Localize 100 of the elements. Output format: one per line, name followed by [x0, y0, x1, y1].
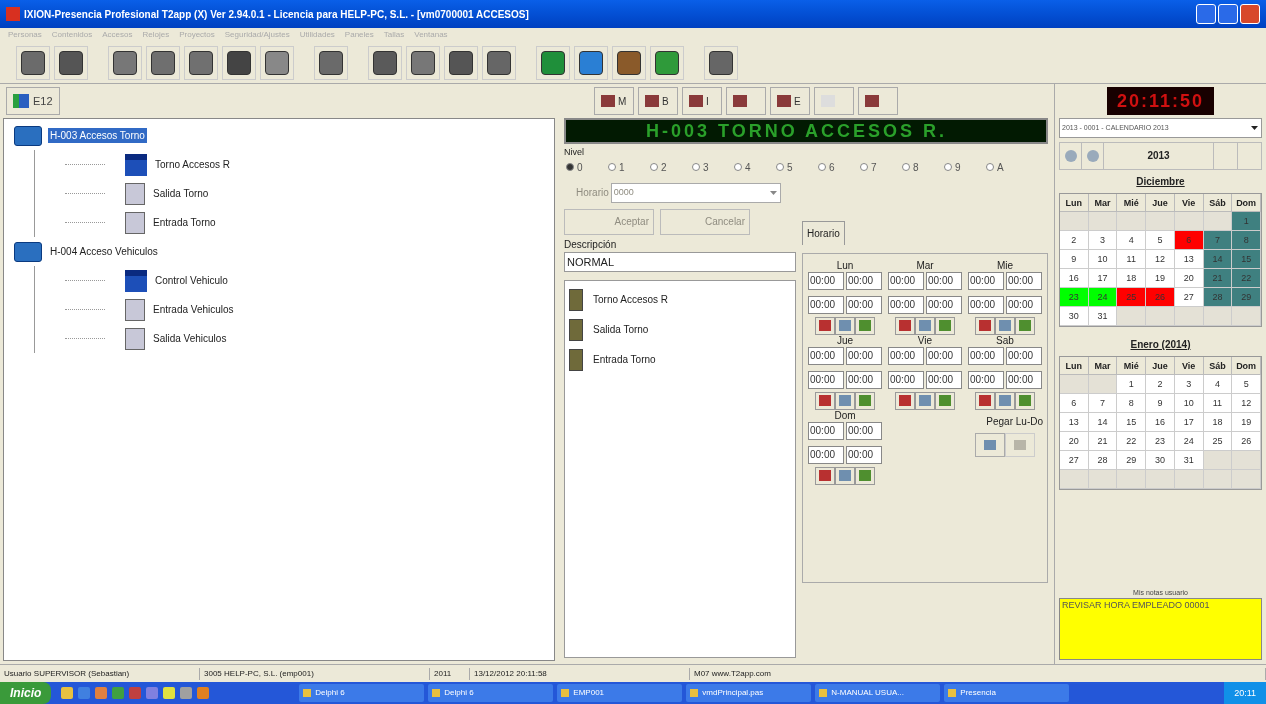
toolbar-button[interactable]: [16, 45, 50, 80]
quick-launch-icon[interactable]: [163, 687, 176, 699]
tool-button[interactable]: [995, 391, 1015, 410]
radio-button[interactable]: [860, 163, 868, 171]
toolbar-button[interactable]: [536, 45, 570, 80]
tree-item[interactable]: Entrada Vehiculos: [151, 302, 236, 317]
calendar-day[interactable]: 24: [1088, 288, 1118, 307]
time-field[interactable]: 00:00: [846, 295, 882, 314]
tool-button[interactable]: [1015, 316, 1035, 335]
tab[interactable]: Horario: [802, 220, 845, 245]
calendar-day[interactable]: 7: [1088, 394, 1118, 413]
calendar-day[interactable]: 23: [1060, 288, 1089, 307]
tree-tab[interactable]: E12: [6, 87, 60, 115]
tool-button[interactable]: [915, 316, 935, 335]
time-field[interactable]: 00:00: [1006, 370, 1042, 389]
taskbar-button[interactable]: vmdPrincipal.pas: [686, 684, 812, 702]
time-field[interactable]: 00:00: [888, 295, 924, 314]
tree-item[interactable]: Torno Accesos R: [153, 157, 233, 172]
tool-button[interactable]: [815, 316, 835, 335]
calendar-day[interactable]: 23: [1146, 432, 1175, 451]
quick-launch-icon[interactable]: [61, 687, 74, 699]
time-field[interactable]: 00:00: [808, 370, 844, 389]
radio-button[interactable]: [776, 163, 784, 171]
maximize-button[interactable]: [1218, 4, 1238, 24]
toolbar-button[interactable]: [54, 45, 88, 80]
tool-button[interactable]: [835, 391, 855, 410]
calendar-day[interactable]: 9: [1146, 394, 1175, 413]
toolbar-button[interactable]: [314, 45, 348, 80]
calendar-day[interactable]: 18: [1203, 413, 1233, 432]
calendar-day[interactable]: 19: [1232, 413, 1261, 432]
tool-button[interactable]: [895, 316, 915, 335]
time-field[interactable]: 00:00: [846, 370, 882, 389]
time-field[interactable]: 00:00: [926, 370, 962, 389]
tool-button[interactable]: [995, 316, 1015, 335]
toolbar-button[interactable]: [222, 45, 256, 80]
time-field[interactable]: 00:00: [968, 346, 1004, 365]
time-field[interactable]: 00:00: [926, 271, 962, 290]
quick-launch-icon[interactable]: [146, 687, 159, 699]
calendar-day[interactable]: 20: [1174, 269, 1204, 288]
tool-button[interactable]: [855, 466, 875, 485]
tool-button[interactable]: [935, 391, 955, 410]
calendar-day[interactable]: 5: [1232, 375, 1261, 394]
time-field[interactable]: 00:00: [968, 370, 1004, 389]
tree-item[interactable]: H-004 Acceso Vehiculos: [48, 244, 160, 259]
calendar-day[interactable]: 15: [1117, 413, 1147, 432]
action-button[interactable]: [726, 87, 766, 115]
quick-launch-icon[interactable]: [180, 687, 193, 699]
tool-button[interactable]: [815, 466, 835, 485]
radio-button[interactable]: [944, 163, 952, 171]
quick-launch-icon[interactable]: [112, 687, 125, 699]
calendar-day[interactable]: 21: [1088, 432, 1118, 451]
time-field[interactable]: 00:00: [808, 421, 844, 440]
calendar-day[interactable]: 3: [1088, 231, 1118, 250]
calendar-day[interactable]: 11: [1203, 394, 1233, 413]
time-field[interactable]: 00:00: [846, 445, 882, 464]
time-field[interactable]: 00:00: [888, 346, 924, 365]
calendar-day[interactable]: 17: [1174, 413, 1204, 432]
calendar-day[interactable]: 4: [1203, 375, 1233, 394]
calendar-day[interactable]: 24: [1174, 432, 1204, 451]
quick-launch-icon[interactable]: [197, 687, 210, 699]
radio-button[interactable]: [608, 163, 616, 171]
device-item[interactable]: Torno Accesos R: [593, 292, 669, 307]
tree-item[interactable]: Salida Vehiculos: [151, 331, 229, 346]
calendar-day[interactable]: 6: [1060, 394, 1089, 413]
calendar-day[interactable]: 2: [1060, 231, 1089, 250]
description-field[interactable]: NORMAL: [564, 251, 796, 272]
start-button[interactable]: Inicio: [0, 682, 52, 704]
radio-button[interactable]: [566, 163, 574, 171]
taskbar-button[interactable]: N-MANUAL USUA...: [815, 684, 941, 702]
calendar-day[interactable]: 13: [1174, 250, 1204, 269]
calendar-day[interactable]: 2: [1146, 375, 1175, 394]
radio-button[interactable]: [650, 163, 658, 171]
toolbar-button[interactable]: [444, 45, 478, 80]
taskbar-button[interactable]: EMP001: [557, 684, 683, 702]
taskbar-button[interactable]: Delphi 6: [428, 684, 554, 702]
time-field[interactable]: 00:00: [808, 346, 844, 365]
notes-area[interactable]: REVISAR HORA EMPLEADO 00001: [1059, 598, 1262, 660]
calendar-day[interactable]: 20: [1060, 432, 1089, 451]
device-item[interactable]: Entrada Torno: [593, 352, 656, 367]
tool-button[interactable]: [975, 391, 995, 410]
calendar-day[interactable]: 30: [1060, 307, 1089, 326]
time-field[interactable]: 00:00: [926, 295, 962, 314]
calendar-day[interactable]: 10: [1174, 394, 1204, 413]
tool-button[interactable]: [895, 391, 915, 410]
time-field[interactable]: 00:00: [968, 295, 1004, 314]
taskbar-button[interactable]: Presencia: [944, 684, 1070, 702]
radio-button[interactable]: [986, 163, 994, 171]
time-field[interactable]: 00:00: [846, 421, 882, 440]
toolbar-button[interactable]: [368, 45, 402, 80]
calendar-day[interactable]: 22: [1117, 432, 1147, 451]
time-field[interactable]: 00:00: [888, 271, 924, 290]
time-field[interactable]: 00:00: [926, 346, 962, 365]
tool-button[interactable]: [835, 316, 855, 335]
tool-button[interactable]: [975, 316, 995, 335]
tree-item[interactable]: Control Vehiculo: [153, 273, 230, 288]
time-field[interactable]: 00:00: [808, 295, 844, 314]
calendar-day[interactable]: 3: [1174, 375, 1204, 394]
minimize-button[interactable]: [1196, 4, 1216, 24]
toolbar-button[interactable]: [184, 45, 218, 80]
toolbar-button[interactable]: [612, 45, 646, 80]
